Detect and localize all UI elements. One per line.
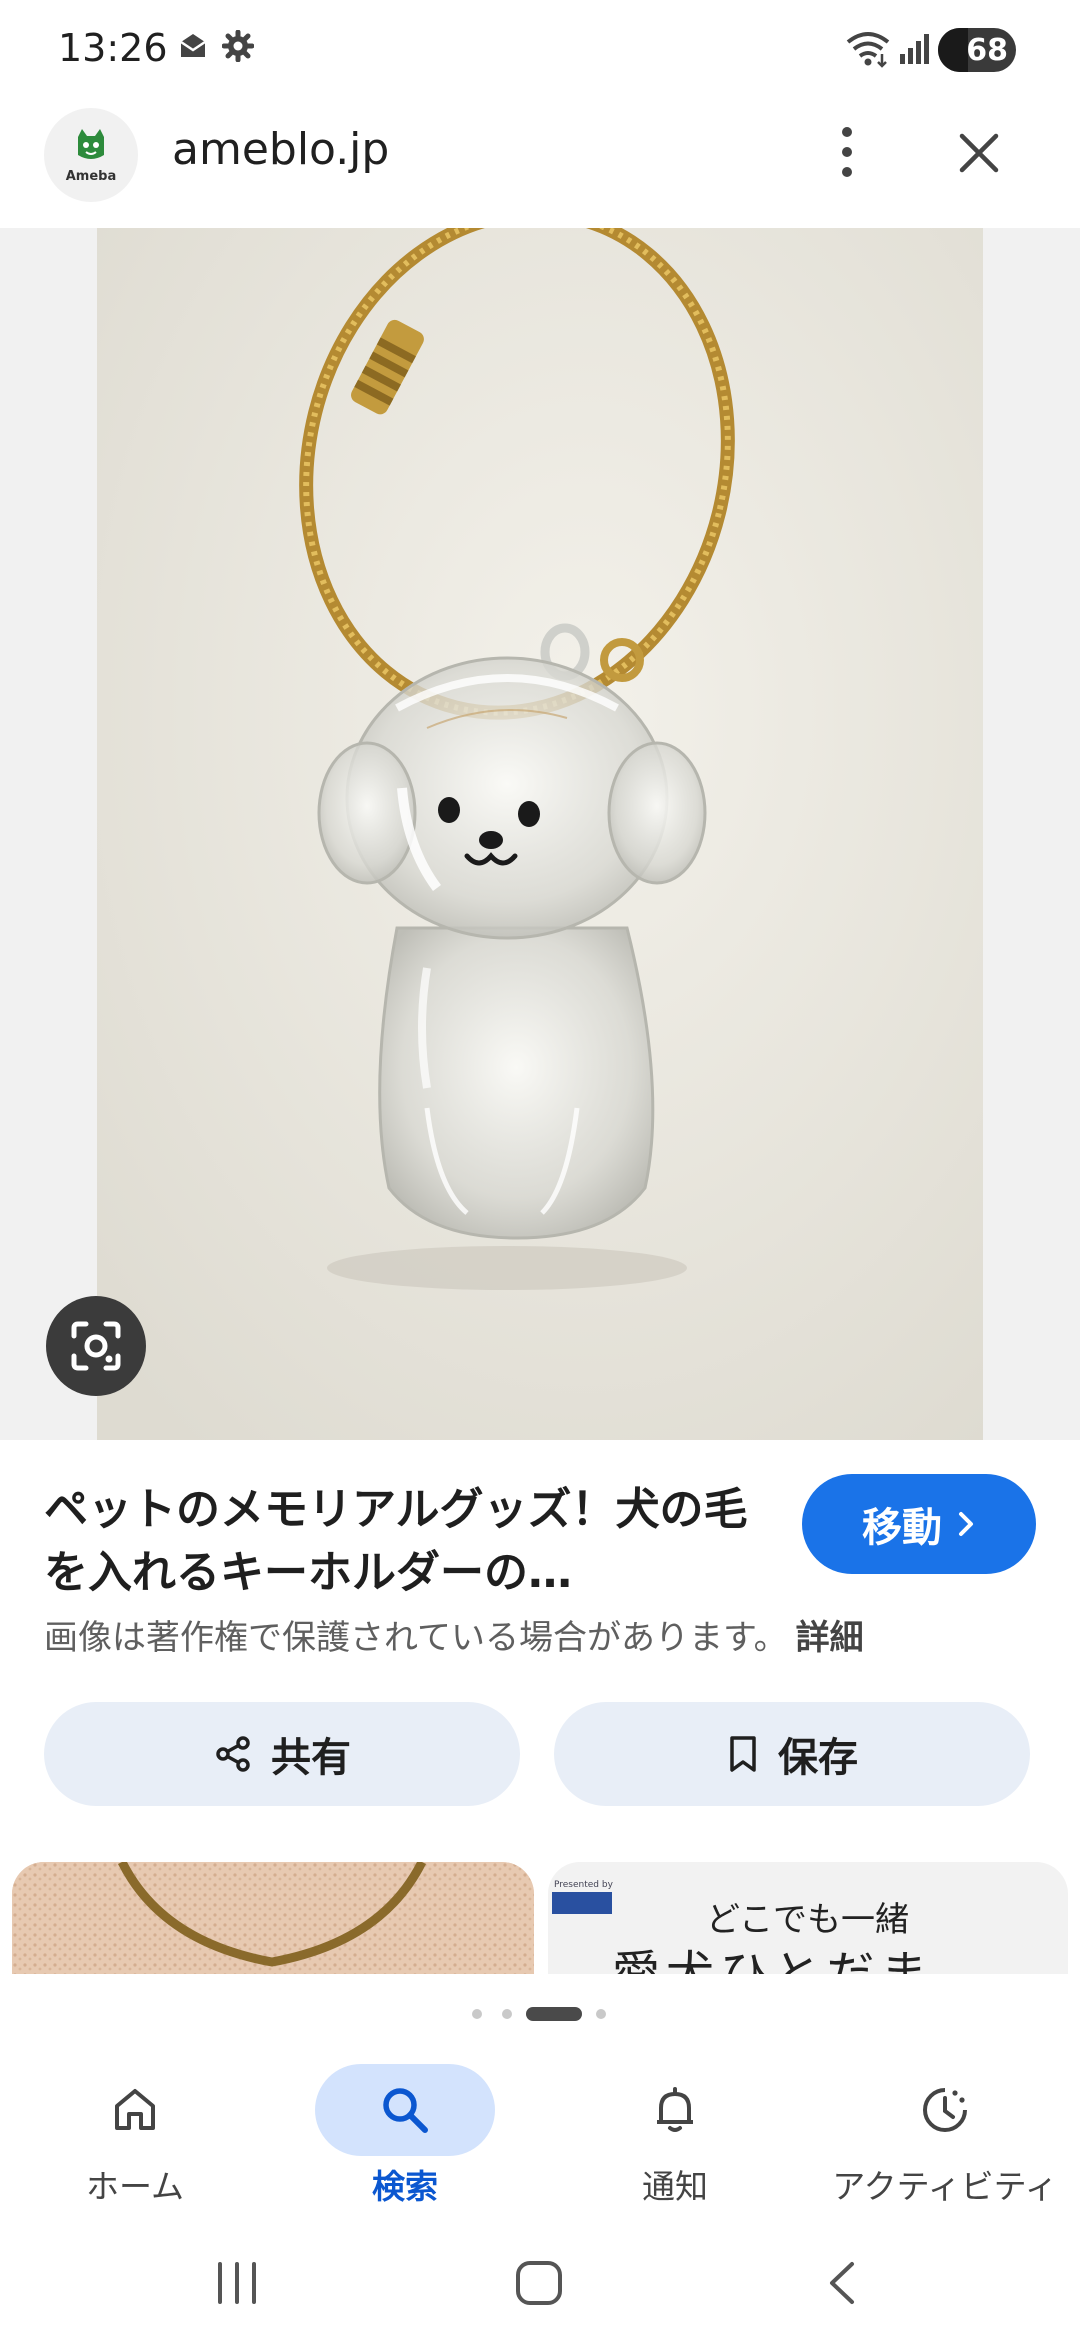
result-image[interactable] bbox=[97, 228, 983, 1440]
share-label: 共有 bbox=[271, 1735, 351, 1781]
save-button[interactable]: 保存 bbox=[554, 1702, 1030, 1806]
copyright-notice: 画像は著作権で保護されている場合があります。 詳細 bbox=[44, 1610, 864, 1659]
search-icon bbox=[383, 2088, 428, 2133]
site-domain[interactable]: ameblo.jp bbox=[172, 124, 389, 175]
details-link[interactable]: 詳細 bbox=[796, 1618, 864, 1658]
share-button[interactable]: 共有 bbox=[44, 1702, 520, 1806]
site-avatar[interactable]: Ameba bbox=[44, 108, 138, 202]
nav-home-label: ホーム bbox=[85, 2167, 184, 2206]
status-time: 13:26 bbox=[58, 26, 168, 70]
carousel-dot-active bbox=[526, 2007, 582, 2021]
related-image-1[interactable] bbox=[12, 1862, 534, 1974]
nav-activity-label: アクティビティ bbox=[832, 2167, 1058, 2206]
bottom-navigation: ホーム 検索 通知 アクティビティ bbox=[0, 2050, 1080, 2230]
related-image-2[interactable]: Presented by どこでも一緒 愛犬ひとだま bbox=[548, 1862, 1068, 1974]
nav-home[interactable]: ホーム bbox=[0, 2050, 270, 2230]
share-icon bbox=[216, 1736, 250, 1772]
related-caption-line2: 愛犬ひとだま bbox=[612, 1946, 934, 1974]
nav-search-label: 検索 bbox=[372, 2167, 438, 2206]
top-bar: Ameba ameblo.jp bbox=[0, 100, 1080, 228]
save-label: 保存 bbox=[778, 1735, 858, 1781]
nav-notifications[interactable]: 通知 bbox=[540, 2050, 810, 2230]
nav-activity[interactable]: アクティビティ bbox=[810, 2050, 1080, 2230]
bell-icon bbox=[657, 2087, 693, 2132]
copyright-text: 画像は著作権で保護されている場合があります。 bbox=[44, 1618, 788, 1658]
more-options-icon[interactable] bbox=[822, 122, 872, 182]
carousel-indicator bbox=[0, 2005, 1080, 2025]
back-icon[interactable] bbox=[822, 2260, 862, 2306]
carousel-dot bbox=[596, 2009, 606, 2019]
result-title: ペットのメモリアルグッズ！犬の毛を入れるキーホルダーの… bbox=[44, 1484, 748, 1598]
signal-icon bbox=[900, 34, 929, 64]
system-navigation-bar bbox=[0, 2230, 1080, 2340]
carousel-dot bbox=[472, 2009, 482, 2019]
mail-icon bbox=[180, 34, 206, 57]
keychain-photo bbox=[97, 228, 983, 1440]
bookmark-icon bbox=[730, 1736, 756, 1772]
related-photo-1 bbox=[12, 1862, 534, 1974]
nav-notifications-label: 通知 bbox=[642, 2167, 708, 2206]
wifi-icon bbox=[846, 32, 890, 68]
lens-icon bbox=[71, 1321, 121, 1371]
google-lens-button[interactable] bbox=[46, 1296, 146, 1396]
nav-search[interactable]: 検索 bbox=[270, 2050, 540, 2230]
battery-level: 68 bbox=[966, 32, 1008, 68]
carousel-dot bbox=[502, 2009, 512, 2019]
ameba-logo-icon bbox=[78, 128, 104, 159]
battery-indicator: 68 bbox=[938, 28, 1016, 72]
visit-button[interactable]: 移動 bbox=[802, 1474, 1036, 1574]
status-bar: 13:26 68 bbox=[0, 0, 1080, 100]
visit-button-label: 移動 bbox=[862, 1505, 942, 1551]
recent-apps-icon[interactable] bbox=[212, 2260, 262, 2306]
related-presented-by: Presented by bbox=[554, 1880, 613, 1890]
settings-icon bbox=[222, 30, 254, 62]
home-button-icon[interactable] bbox=[514, 2260, 564, 2306]
chevron-right-icon bbox=[959, 1512, 973, 1536]
avatar-brand-text: Ameba bbox=[65, 168, 117, 184]
home-icon bbox=[115, 2089, 155, 2130]
activity-icon bbox=[923, 2088, 967, 2132]
close-icon[interactable] bbox=[952, 126, 1006, 180]
related-brand-badge bbox=[552, 1892, 612, 1914]
